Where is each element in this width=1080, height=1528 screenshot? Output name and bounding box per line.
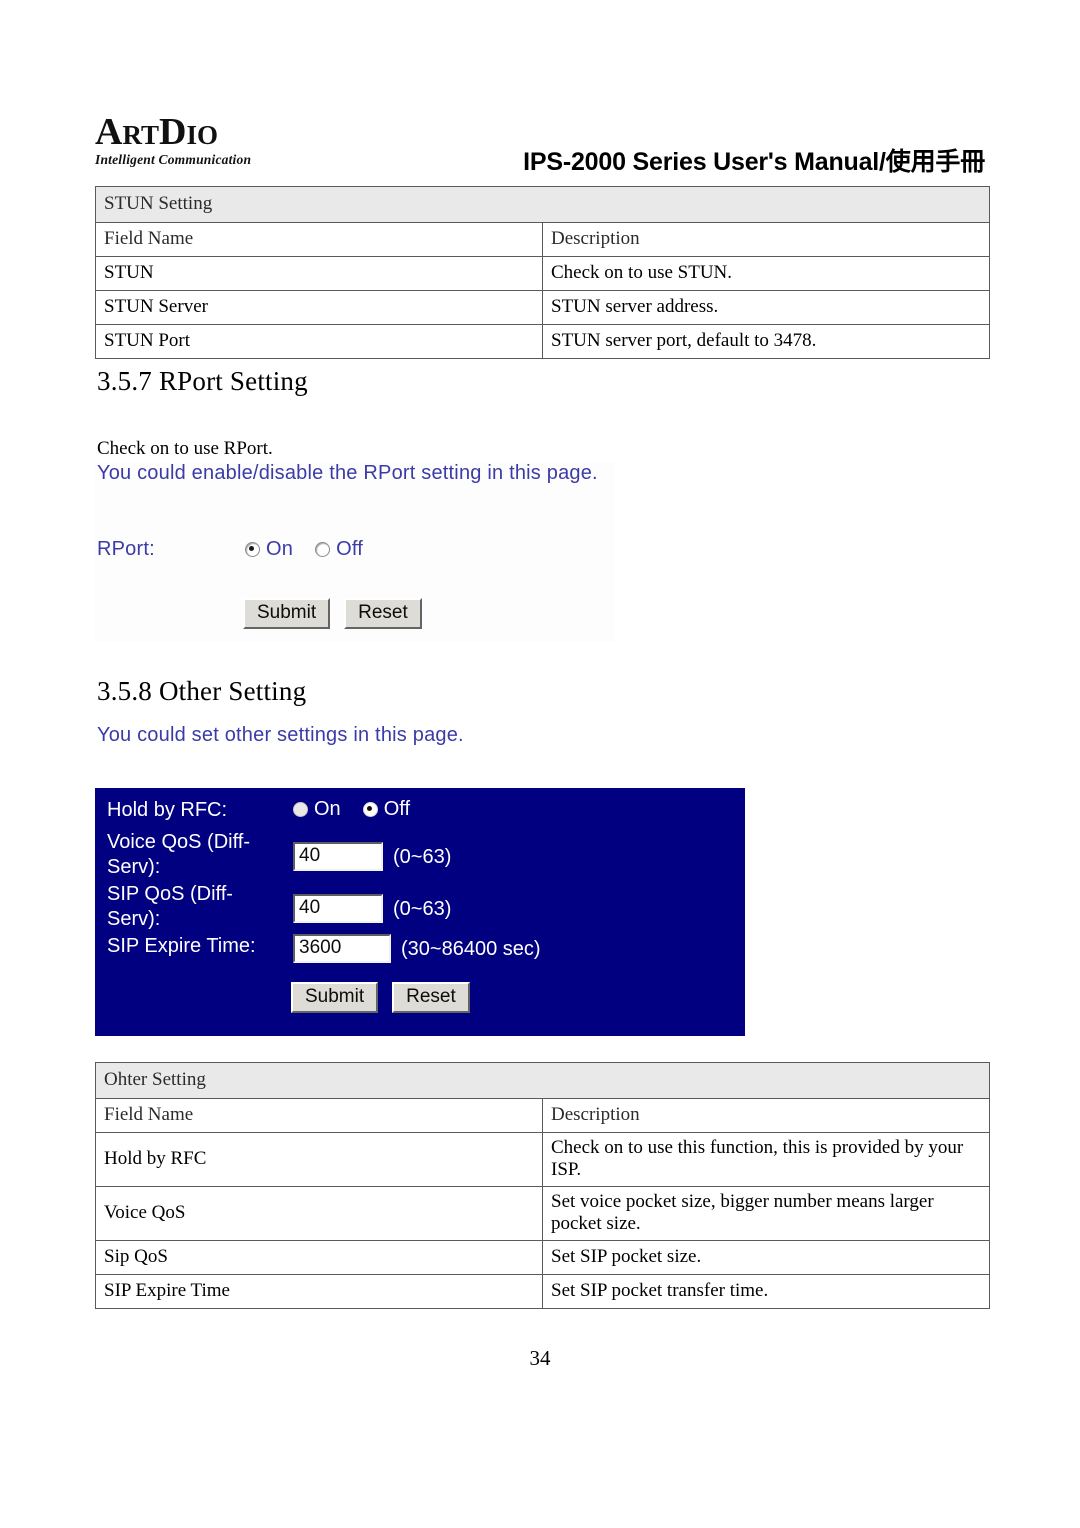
sip-expire-range: (30~86400 sec) xyxy=(401,937,541,960)
hold-by-rfc-row: Hold by RFC: On Off xyxy=(107,798,410,823)
table-band-row: Ohter Setting xyxy=(95,1062,990,1099)
sip-qos-input[interactable]: 40 xyxy=(293,894,383,923)
table-row: Voice QoS Set voice pocket size, bigger … xyxy=(95,1186,990,1241)
column-header-field: Field Name xyxy=(95,222,543,257)
sip-qos-range: (0~63) xyxy=(393,897,452,920)
description-cell: Check on to use this function, this is p… xyxy=(542,1132,990,1187)
hold-option-on[interactable]: On xyxy=(293,798,341,821)
description-cell: Set SIP pocket transfer time. xyxy=(542,1274,990,1309)
description-cell: Set SIP pocket size. xyxy=(542,1240,990,1275)
voice-qos-label-line2: Serv): xyxy=(107,856,161,878)
field-name-cell: STUN xyxy=(95,256,543,291)
rport-option-on[interactable]: On xyxy=(245,538,293,561)
sip-qos-label-line1: SIP QoS (Diff- xyxy=(107,883,233,905)
rport-note: Check on to use RPort. xyxy=(97,438,273,459)
stun-table-title: STUN Setting xyxy=(95,186,990,223)
rport-field-label: RPort: xyxy=(97,538,155,560)
table-row: SIP Expire Time Set SIP pocket transfer … xyxy=(95,1274,990,1309)
logo-wordmark: ARTDIO xyxy=(95,111,218,153)
artdio-logo: ARTDIO Intelligent Communication xyxy=(95,112,355,168)
table-header-row: Field Name Description xyxy=(95,1098,990,1133)
radio-on-icon[interactable] xyxy=(245,542,260,557)
column-header-field: Field Name xyxy=(95,1098,543,1133)
other-settings-panel: Hold by RFC: On Off Voice QoS (Diff- Ser… xyxy=(95,788,745,1036)
rport-radio-group[interactable]: On Off xyxy=(245,538,363,561)
rport-intro-text: You could enable/disable the RPort setti… xyxy=(97,462,598,484)
page-header: ARTDIO Intelligent Communication IPS-200… xyxy=(95,112,985,184)
sip-expire-input-wrap: 3600 (30~86400 sec) xyxy=(293,934,541,963)
rport-option-off[interactable]: Off xyxy=(315,538,363,561)
column-header-description: Description xyxy=(542,222,990,257)
radio-off-icon[interactable] xyxy=(315,542,331,557)
table-header-row: Field Name Description xyxy=(95,222,990,257)
sip-qos-input-wrap: 40 (0~63) xyxy=(293,894,451,923)
radio-on-icon[interactable] xyxy=(293,802,308,817)
rport-reset-button[interactable]: Reset xyxy=(344,598,422,629)
description-cell: STUN server address. xyxy=(542,290,990,325)
voice-qos-row: Voice QoS (Diff- Serv): 40 (0~63) xyxy=(107,830,451,880)
table-row: Sip QoS Set SIP pocket size. xyxy=(95,1240,990,1275)
manual-title: IPS-2000 Series User's Manual/使用手冊 xyxy=(523,148,985,176)
voice-qos-label: Voice QoS (Diff- Serv): xyxy=(107,830,293,880)
sip-expire-row: SIP Expire Time: 3600 (30~86400 sec) xyxy=(107,934,541,963)
other-setting-table: Ohter Setting Field Name Description Hol… xyxy=(95,1062,990,1309)
voice-qos-range: (0~63) xyxy=(393,845,452,868)
field-name-cell: Voice QoS xyxy=(95,1186,543,1241)
field-name-cell: SIP Expire Time xyxy=(95,1274,543,1309)
sip-qos-label-line2: Serv): xyxy=(107,908,161,930)
stun-setting-table: STUN Setting Field Name Description STUN… xyxy=(95,186,990,359)
table-band-row: STUN Setting xyxy=(95,186,990,223)
other-setting-web-form-screenshot: You could set other settings in this pag… xyxy=(95,724,750,1036)
page-number: 34 xyxy=(529,1346,551,1370)
field-name-cell: STUN Port xyxy=(95,324,543,359)
other-submit-button[interactable]: Submit xyxy=(291,982,379,1013)
other-table-title: Ohter Setting xyxy=(95,1062,990,1099)
hold-by-rfc-radio-group[interactable]: On Off xyxy=(293,798,410,821)
voice-qos-input[interactable]: 40 xyxy=(293,842,383,871)
hold-option-on-label: On xyxy=(314,798,341,820)
section-heading-other: 3.5.8 Other Setting xyxy=(97,676,307,706)
field-name-cell: Hold by RFC xyxy=(95,1132,543,1187)
radio-off-icon[interactable] xyxy=(362,802,378,817)
sip-expire-label: SIP Expire Time: xyxy=(107,935,256,957)
table-row: STUN Server STUN server address. xyxy=(95,290,990,325)
other-button-bar: Submit Reset xyxy=(291,982,470,1013)
logo-tagline: Intelligent Communication xyxy=(95,152,252,167)
other-intro-text: You could set other settings in this pag… xyxy=(97,724,464,746)
description-cell: Check on to use STUN. xyxy=(542,256,990,291)
rport-web-form-screenshot: You could enable/disable the RPort setti… xyxy=(95,462,615,642)
hold-by-rfc-label: Hold by RFC: xyxy=(107,799,228,821)
rport-button-bar: Submit Reset xyxy=(243,598,422,629)
voice-qos-label-line1: Voice QoS (Diff- xyxy=(107,831,251,853)
field-name-cell: Sip QoS xyxy=(95,1240,543,1275)
description-cell: Set voice pocket size, bigger number mea… xyxy=(542,1186,990,1241)
sip-qos-row: SIP QoS (Diff- Serv): 40 (0~63) xyxy=(107,882,451,932)
sip-expire-input[interactable]: 3600 xyxy=(293,934,391,963)
other-reset-button[interactable]: Reset xyxy=(392,982,470,1013)
table-row: STUN Check on to use STUN. xyxy=(95,256,990,291)
rport-field-row: RPort: On Off xyxy=(97,538,363,561)
rport-submit-button[interactable]: Submit xyxy=(243,598,331,629)
sip-qos-label: SIP QoS (Diff- Serv): xyxy=(107,882,293,932)
section-heading-rport: 3.5.7 RPort Setting xyxy=(97,366,308,396)
hold-option-off[interactable]: Off xyxy=(362,798,410,821)
rport-option-on-label: On xyxy=(266,538,294,560)
document-page: ARTDIO Intelligent Communication IPS-200… xyxy=(0,0,1080,1528)
table-row: STUN Port STUN server port, default to 3… xyxy=(95,324,990,359)
hold-option-off-label: Off xyxy=(383,798,410,820)
description-cell: STUN server port, default to 3478. xyxy=(542,324,990,359)
column-header-description: Description xyxy=(542,1098,990,1133)
rport-option-off-label: Off xyxy=(336,538,364,560)
voice-qos-input-wrap: 40 (0~63) xyxy=(293,842,451,871)
table-row: Hold by RFC Check on to use this functio… xyxy=(95,1132,990,1187)
field-name-cell: STUN Server xyxy=(95,290,543,325)
